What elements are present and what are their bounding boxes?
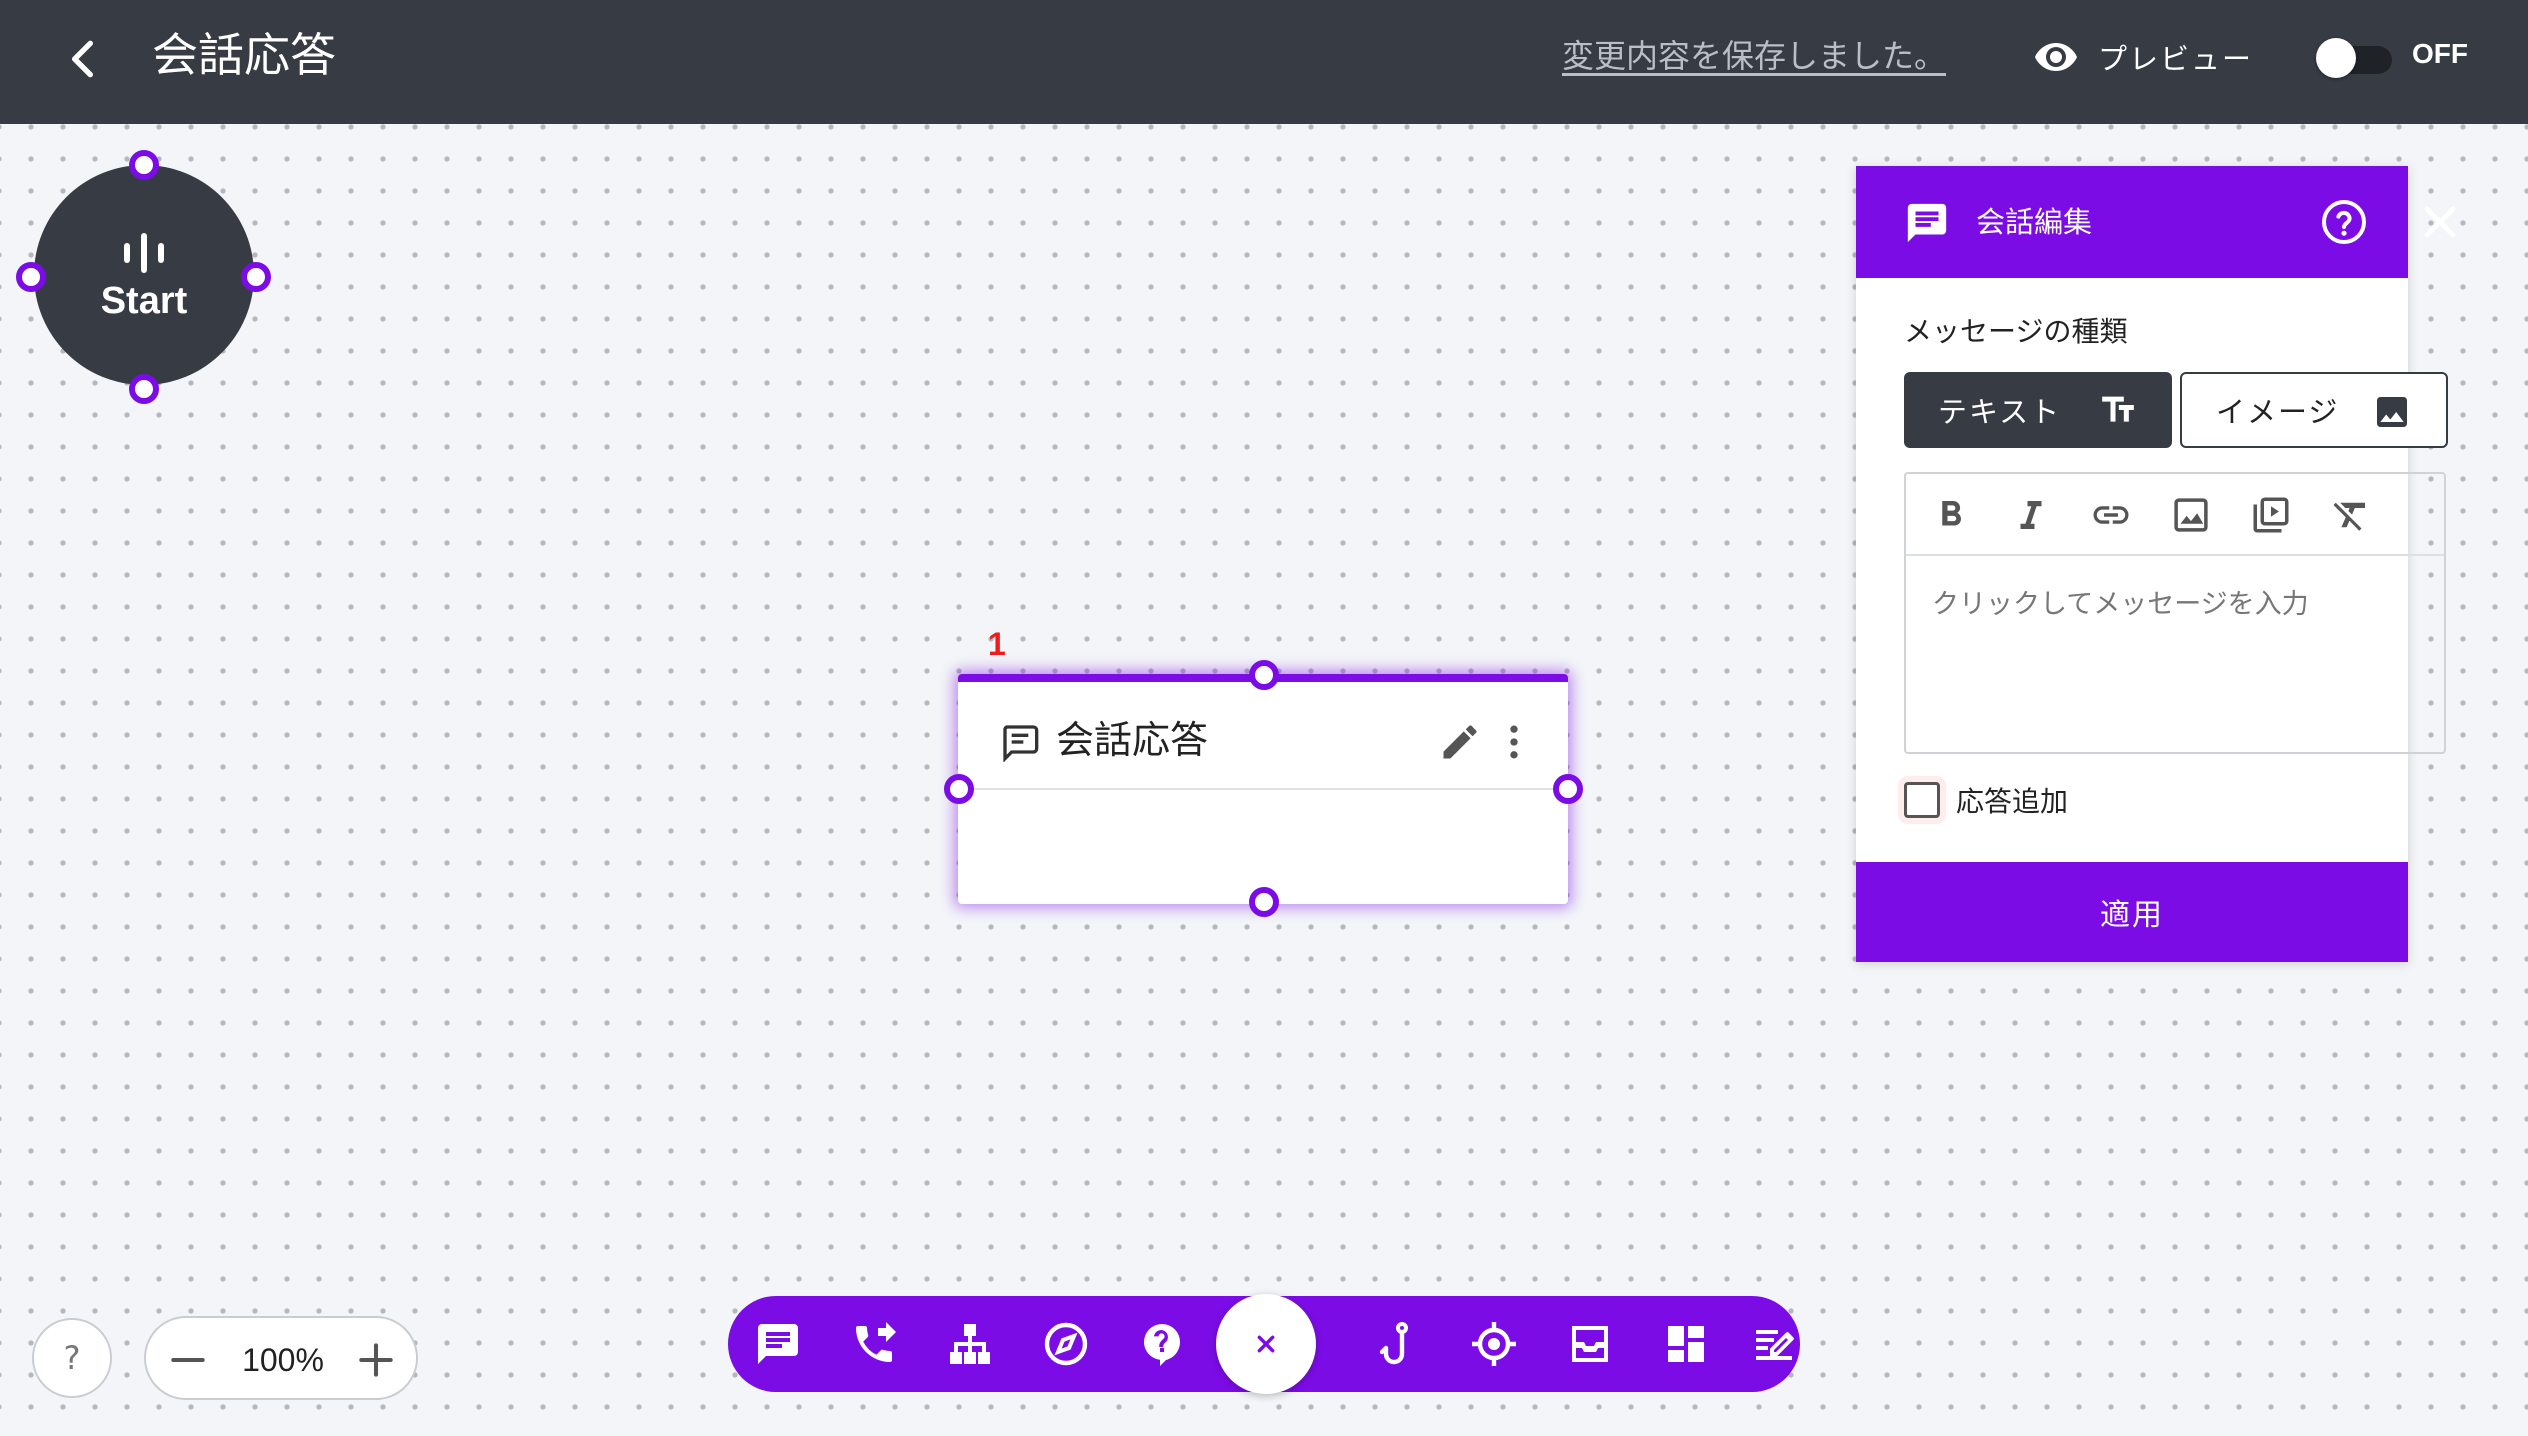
conversation-node-title: 会話応答 [1056,718,1209,762]
node-toolbar [728,1294,1800,1394]
start-port-bottom[interactable] [129,374,159,404]
add-message-tool[interactable] [754,1320,802,1368]
zoom-out-button[interactable] [166,1338,210,1382]
panel-header: 会話編集 [1856,166,2408,278]
node-port-bottom[interactable] [1249,887,1279,917]
more-vertical-icon [1510,725,1518,759]
panel-title: 会話編集 [1976,205,2093,239]
start-port-right[interactable] [241,262,271,292]
chat-icon [758,1324,798,1364]
type-image-label: イメージ [2216,395,2340,429]
type-text-label: テキスト [1938,395,2062,429]
layout-tool[interactable] [1662,1320,1710,1368]
zoom-in-button[interactable] [354,1338,398,1382]
preview-toggle[interactable] [2312,36,2422,80]
apply-button[interactable]: 適用 [1856,862,2408,962]
edit-note-icon [1756,1330,1794,1360]
message-editor [1904,472,2446,754]
start-port-left[interactable] [16,262,46,292]
plus-icon [359,1343,393,1377]
back-button[interactable] [58,30,108,88]
canvas-help-button[interactable]: ? [32,1318,112,1398]
start-port-top[interactable] [129,150,159,180]
dashboard-icon [1668,1326,1704,1362]
toggle-state-label: OFF [2412,38,2468,69]
branch-tool[interactable] [946,1320,994,1368]
compass-icon [1044,1322,1088,1366]
insert-image-button[interactable] [2170,494,2212,536]
image-outline-icon [2174,498,2208,532]
toolbar-close-button[interactable] [1216,1294,1316,1394]
marker-1: 1 [988,626,1006,662]
pencil-icon [1443,725,1477,759]
close-icon [2424,206,2456,238]
clear-format-button[interactable] [2330,494,2372,536]
node-more-button[interactable] [1492,720,1536,764]
target-icon [1472,1322,1516,1366]
message-input[interactable] [1906,556,2444,754]
help-bubble-icon [1144,1324,1180,1366]
node-divider [958,788,1568,790]
panel-close-button[interactable] [2416,198,2464,246]
video-library-icon [2253,497,2289,533]
inbox-icon [1572,1326,1608,1362]
help-circle-icon [2322,200,2366,244]
bold-button[interactable] [1930,494,1972,536]
node-port-left[interactable] [944,774,974,804]
chevron-left-icon [71,40,93,78]
editor-toolbar [1906,474,2444,556]
navigate-tool[interactable] [1042,1320,1090,1368]
sitemap-icon [950,1324,990,1364]
inbox-tool[interactable] [1566,1320,1614,1368]
save-status-link[interactable]: 変更内容を保存しました。 [1562,34,1946,78]
type-image-button[interactable]: イメージ [2180,372,2448,448]
italic-button[interactable] [2010,494,2052,536]
hook-icon [1379,1322,1408,1365]
italic-icon [2020,501,2042,529]
zoom-level: 100% [242,1342,324,1378]
start-node[interactable]: Start [34,165,254,385]
link-button[interactable] [2090,494,2132,536]
start-label: Start [100,280,188,322]
message-icon [1003,725,1039,762]
add-reply-option[interactable]: 応答追加 [1904,778,2068,822]
node-port-top[interactable] [1249,660,1279,690]
preview-button[interactable]: プレビュー [2032,34,2253,80]
link-icon [2093,506,2129,524]
add-reply-label: 応答追加 [1956,785,2069,818]
message-icon [1907,203,1947,243]
zoom-control: 100% [144,1316,418,1400]
page-title: 会話応答 [152,28,336,82]
insert-video-button[interactable] [2250,494,2292,536]
add-reply-checkbox[interactable] [1904,782,1940,818]
hook-tool[interactable] [1374,1320,1422,1368]
form-tool[interactable] [1750,1320,1798,1368]
eye-icon [2035,43,2077,71]
type-text-button[interactable]: テキスト [1904,372,2172,448]
top-bar: 会話応答 変更内容を保存しました。 プレビュー OFF [0,0,2528,124]
faq-tool[interactable] [1138,1320,1186,1368]
node-port-right[interactable] [1553,774,1583,804]
toggle-knob [2316,38,2356,78]
conversation-node[interactable]: 会話応答 [958,674,1568,904]
bold-icon [1942,501,1961,526]
format-clear-icon [2333,502,2365,531]
conversation-edit-panel: 会話編集 メッセージの種類 テキスト イメージ クリックしてメッセージを入力 応… [1856,166,2448,962]
minus-icon [171,1357,205,1363]
phone-forward-icon [856,1322,896,1362]
panel-help-button[interactable] [2320,198,2368,246]
image-icon [2377,397,2407,427]
close-icon [1257,1335,1275,1353]
text-fields-icon [2102,396,2134,422]
node-edit-button[interactable] [1438,720,1482,764]
audio-bars-icon [124,233,164,273]
target-tool[interactable] [1470,1320,1518,1368]
preview-label: プレビュー [2098,42,2254,76]
message-type-label: メッセージの種類 [1904,315,2128,348]
phone-forward-tool[interactable] [850,1320,898,1368]
